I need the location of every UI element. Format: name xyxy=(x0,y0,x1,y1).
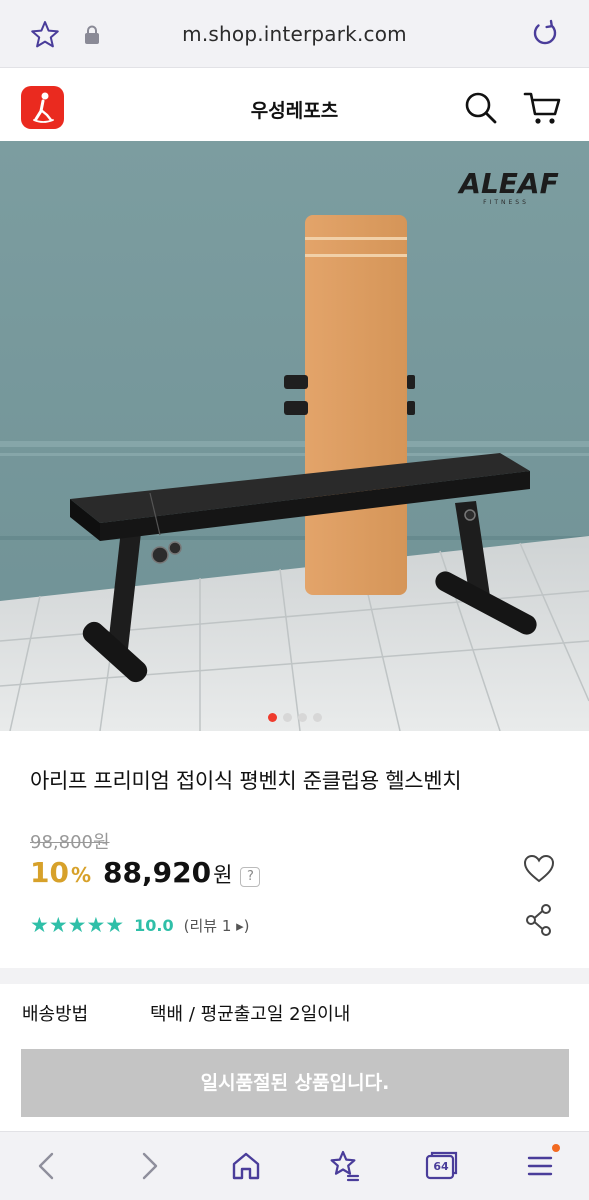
product-title: 아리프 프리미엄 접이식 평벤치 준클럽용 헬스벤치 xyxy=(30,769,462,793)
rating-score: 10.0 xyxy=(134,915,174,935)
rating-row: ★★★★★ 10.0 (리뷰 1 ▸) xyxy=(30,912,250,938)
brand-logo-subtext: FITNESS xyxy=(483,199,529,206)
home-icon[interactable] xyxy=(228,1148,264,1184)
site-header: 우성레포츠 xyxy=(0,69,589,141)
shipping-method-label: 배송방법 xyxy=(22,1004,89,1025)
shipping-method-value: 택배 / 평균출고일 2일이내 xyxy=(150,1004,351,1025)
discount-unit: % xyxy=(70,863,92,887)
bookmarks-icon[interactable] xyxy=(326,1148,362,1184)
product-photo: ALEAF FITNESS xyxy=(0,141,589,731)
tab-count: 64 xyxy=(433,1160,449,1173)
back-arrow-icon[interactable] xyxy=(30,1148,66,1184)
carousel-dot[interactable] xyxy=(282,713,292,722)
notification-dot xyxy=(552,1144,560,1152)
search-icon[interactable] xyxy=(463,90,499,126)
currency-label: 원 xyxy=(213,863,233,887)
carousel-indicator xyxy=(0,707,589,726)
share-icon[interactable] xyxy=(524,903,554,937)
review-count-link[interactable]: (리뷰 1 ▸) xyxy=(184,915,250,936)
cart-icon[interactable] xyxy=(522,90,562,126)
reload-icon[interactable] xyxy=(529,18,561,50)
forward-arrow-icon[interactable] xyxy=(130,1148,166,1184)
browser-bottom-nav xyxy=(0,1131,589,1200)
heart-icon[interactable] xyxy=(522,852,556,886)
brand-logo-text: ALEAF xyxy=(457,167,558,200)
sale-price: 88,920 xyxy=(103,856,212,889)
carousel-dot[interactable] xyxy=(297,713,307,722)
rating-stars: ★★★★★ xyxy=(30,913,125,937)
original-price: 98,800원 xyxy=(30,832,110,853)
carousel-dot[interactable] xyxy=(267,713,277,722)
browser-url-bar: m.shop.interpark.com xyxy=(0,0,589,68)
price-help-button[interactable]: ? xyxy=(240,867,261,887)
product-image-carousel[interactable]: ALEAF FITNESS xyxy=(0,141,589,731)
screen: m.shop.interpark.com 우성레포츠 ALEAF FITNESS… xyxy=(0,0,589,1200)
carousel-dot[interactable] xyxy=(312,713,322,722)
section-divider xyxy=(0,968,589,984)
url-text[interactable]: m.shop.interpark.com xyxy=(0,22,589,46)
price-row: 10 % 88,920 원 ? xyxy=(30,856,261,892)
discount-rate: 10 xyxy=(30,856,69,889)
soldout-button[interactable]: 일시품절된 상품입니다. xyxy=(21,1049,569,1117)
menu-icon[interactable] xyxy=(522,1148,558,1184)
store-name[interactable]: 우성레포츠 xyxy=(0,96,589,123)
